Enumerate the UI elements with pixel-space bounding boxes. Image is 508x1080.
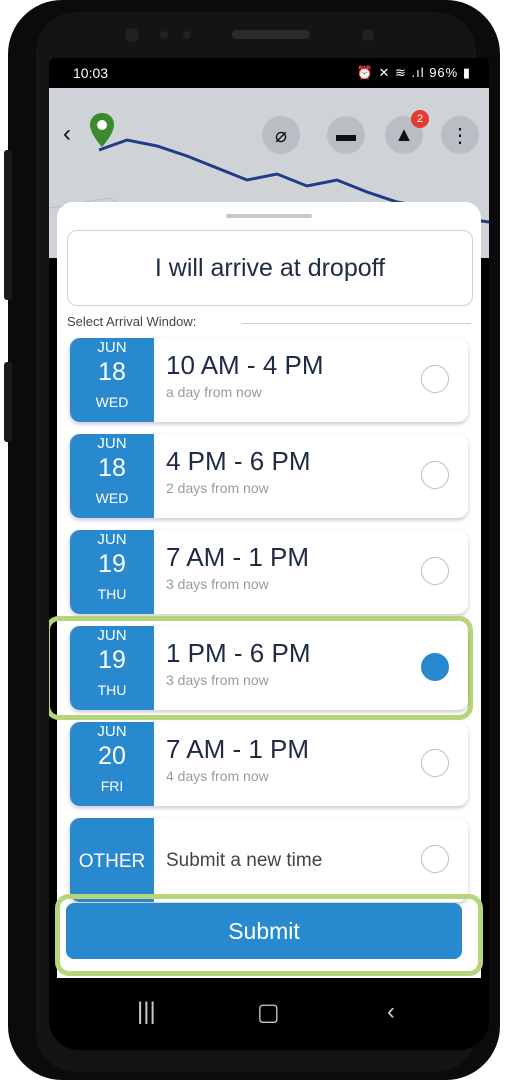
back-icon[interactable]: ‹ bbox=[387, 998, 395, 1026]
submit-button[interactable]: Submit bbox=[66, 903, 462, 959]
bell-icon[interactable]: ▲ 2 bbox=[385, 110, 429, 154]
slot-relative: 3 days from now bbox=[166, 576, 269, 592]
slot-month: JUN bbox=[97, 435, 127, 452]
iris-sensor bbox=[362, 29, 374, 41]
earpiece-speaker bbox=[232, 30, 310, 39]
slot-day: 19 bbox=[98, 646, 126, 674]
android-nav-bar: ||| ▢ ‹ bbox=[49, 978, 489, 1050]
slot-weekday: WED bbox=[95, 394, 129, 410]
other-label: OTHER bbox=[78, 851, 146, 872]
slot-relative: a day from now bbox=[166, 384, 262, 400]
slot-day: 20 bbox=[98, 742, 126, 770]
recent-apps-icon[interactable]: ||| bbox=[137, 998, 156, 1026]
back-arrow-icon[interactable]: ‹ bbox=[63, 120, 71, 148]
bell-glyph: ▲ bbox=[394, 123, 414, 146]
section-divider bbox=[242, 323, 471, 324]
slot-radio[interactable] bbox=[421, 749, 449, 777]
slot-weekday: WED bbox=[95, 490, 129, 506]
date-block: JUN 18 WED bbox=[70, 338, 154, 422]
slot-weekday: THU bbox=[97, 682, 127, 698]
status-bar: 10:03 ⏰ ✕ ≋ .ıl 96% ▮ bbox=[49, 58, 489, 88]
status-time: 10:03 bbox=[73, 65, 109, 81]
phone-screen: 10:03 ⏰ ✕ ≋ .ıl 96% ▮ ‹ ⌀ ▬ ▲ 2 ⋮ I will… bbox=[49, 58, 489, 1050]
other-block: OTHER bbox=[70, 818, 154, 902]
sensor-dot bbox=[183, 31, 191, 39]
slot-time: 7 AM - 1 PM bbox=[166, 734, 310, 764]
attachment-icon[interactable]: ⌀ bbox=[262, 116, 300, 154]
home-icon[interactable]: ▢ bbox=[257, 998, 280, 1027]
notification-badge: 2 bbox=[411, 110, 429, 128]
arrival-slot[interactable]: JUN 18 WED 4 PM - 6 PM 2 days from now bbox=[70, 434, 468, 518]
front-camera bbox=[125, 28, 139, 42]
slot-day: 18 bbox=[98, 358, 126, 386]
chat-icon[interactable]: ▬ bbox=[327, 116, 365, 154]
arrival-slot[interactable]: JUN 20 FRI 7 AM - 1 PM 4 days from now bbox=[70, 722, 468, 806]
slot-time: 10 AM - 4 PM bbox=[166, 350, 324, 380]
other-radio[interactable] bbox=[421, 845, 449, 873]
slot-month: JUN bbox=[97, 531, 127, 548]
arrival-slot-selected[interactable]: JUN 19 THU 1 PM - 6 PM 3 days from now bbox=[70, 626, 468, 710]
date-block: JUN 19 THU bbox=[70, 626, 154, 710]
slot-relative: 2 days from now bbox=[166, 480, 269, 496]
slot-month: JUN bbox=[97, 723, 127, 740]
other-text: Submit a new time bbox=[166, 850, 323, 871]
date-block: JUN 18 WED bbox=[70, 434, 154, 518]
volume-button bbox=[4, 150, 12, 300]
slot-radio-checked[interactable] bbox=[421, 653, 449, 681]
slot-relative: 3 days from now bbox=[166, 672, 269, 688]
slot-day: 18 bbox=[98, 454, 126, 482]
section-label: Select Arrival Window: bbox=[67, 314, 197, 329]
more-options-icon[interactable]: ⋮ bbox=[441, 116, 479, 154]
slot-time: 1 PM - 6 PM bbox=[166, 638, 311, 668]
date-block: JUN 20 FRI bbox=[70, 722, 154, 806]
sensor-dot bbox=[160, 31, 168, 39]
slot-month: JUN bbox=[97, 627, 127, 644]
sheet-title: I will arrive at dropoff bbox=[67, 230, 473, 306]
slot-day: 19 bbox=[98, 550, 126, 578]
slot-radio[interactable] bbox=[421, 365, 449, 393]
arrival-slot[interactable]: JUN 18 WED 10 AM - 4 PM a day from now bbox=[70, 338, 468, 422]
slot-weekday: FRI bbox=[100, 778, 124, 794]
slot-time: 4 PM - 6 PM bbox=[166, 446, 311, 476]
slot-time: 7 AM - 1 PM bbox=[166, 542, 310, 572]
slot-radio[interactable] bbox=[421, 461, 449, 489]
slot-radio[interactable] bbox=[421, 557, 449, 585]
bixby-button bbox=[4, 362, 12, 442]
arrival-sheet: I will arrive at dropoff Select Arrival … bbox=[49, 202, 481, 992]
other-time-option[interactable]: OTHER Submit a new time bbox=[70, 818, 468, 902]
date-block: JUN 19 THU bbox=[70, 530, 154, 614]
slot-month: JUN bbox=[97, 339, 127, 356]
slot-weekday: THU bbox=[97, 586, 127, 602]
status-icons: ⏰ ✕ ≋ .ıl 96% ▮ bbox=[356, 65, 471, 80]
slot-relative: 4 days from now bbox=[166, 768, 269, 784]
map-pin-icon bbox=[90, 113, 114, 147]
arrival-slot[interactable]: JUN 19 THU 7 AM - 1 PM 3 days from now bbox=[70, 530, 468, 614]
sheet-drag-handle[interactable] bbox=[226, 214, 312, 218]
